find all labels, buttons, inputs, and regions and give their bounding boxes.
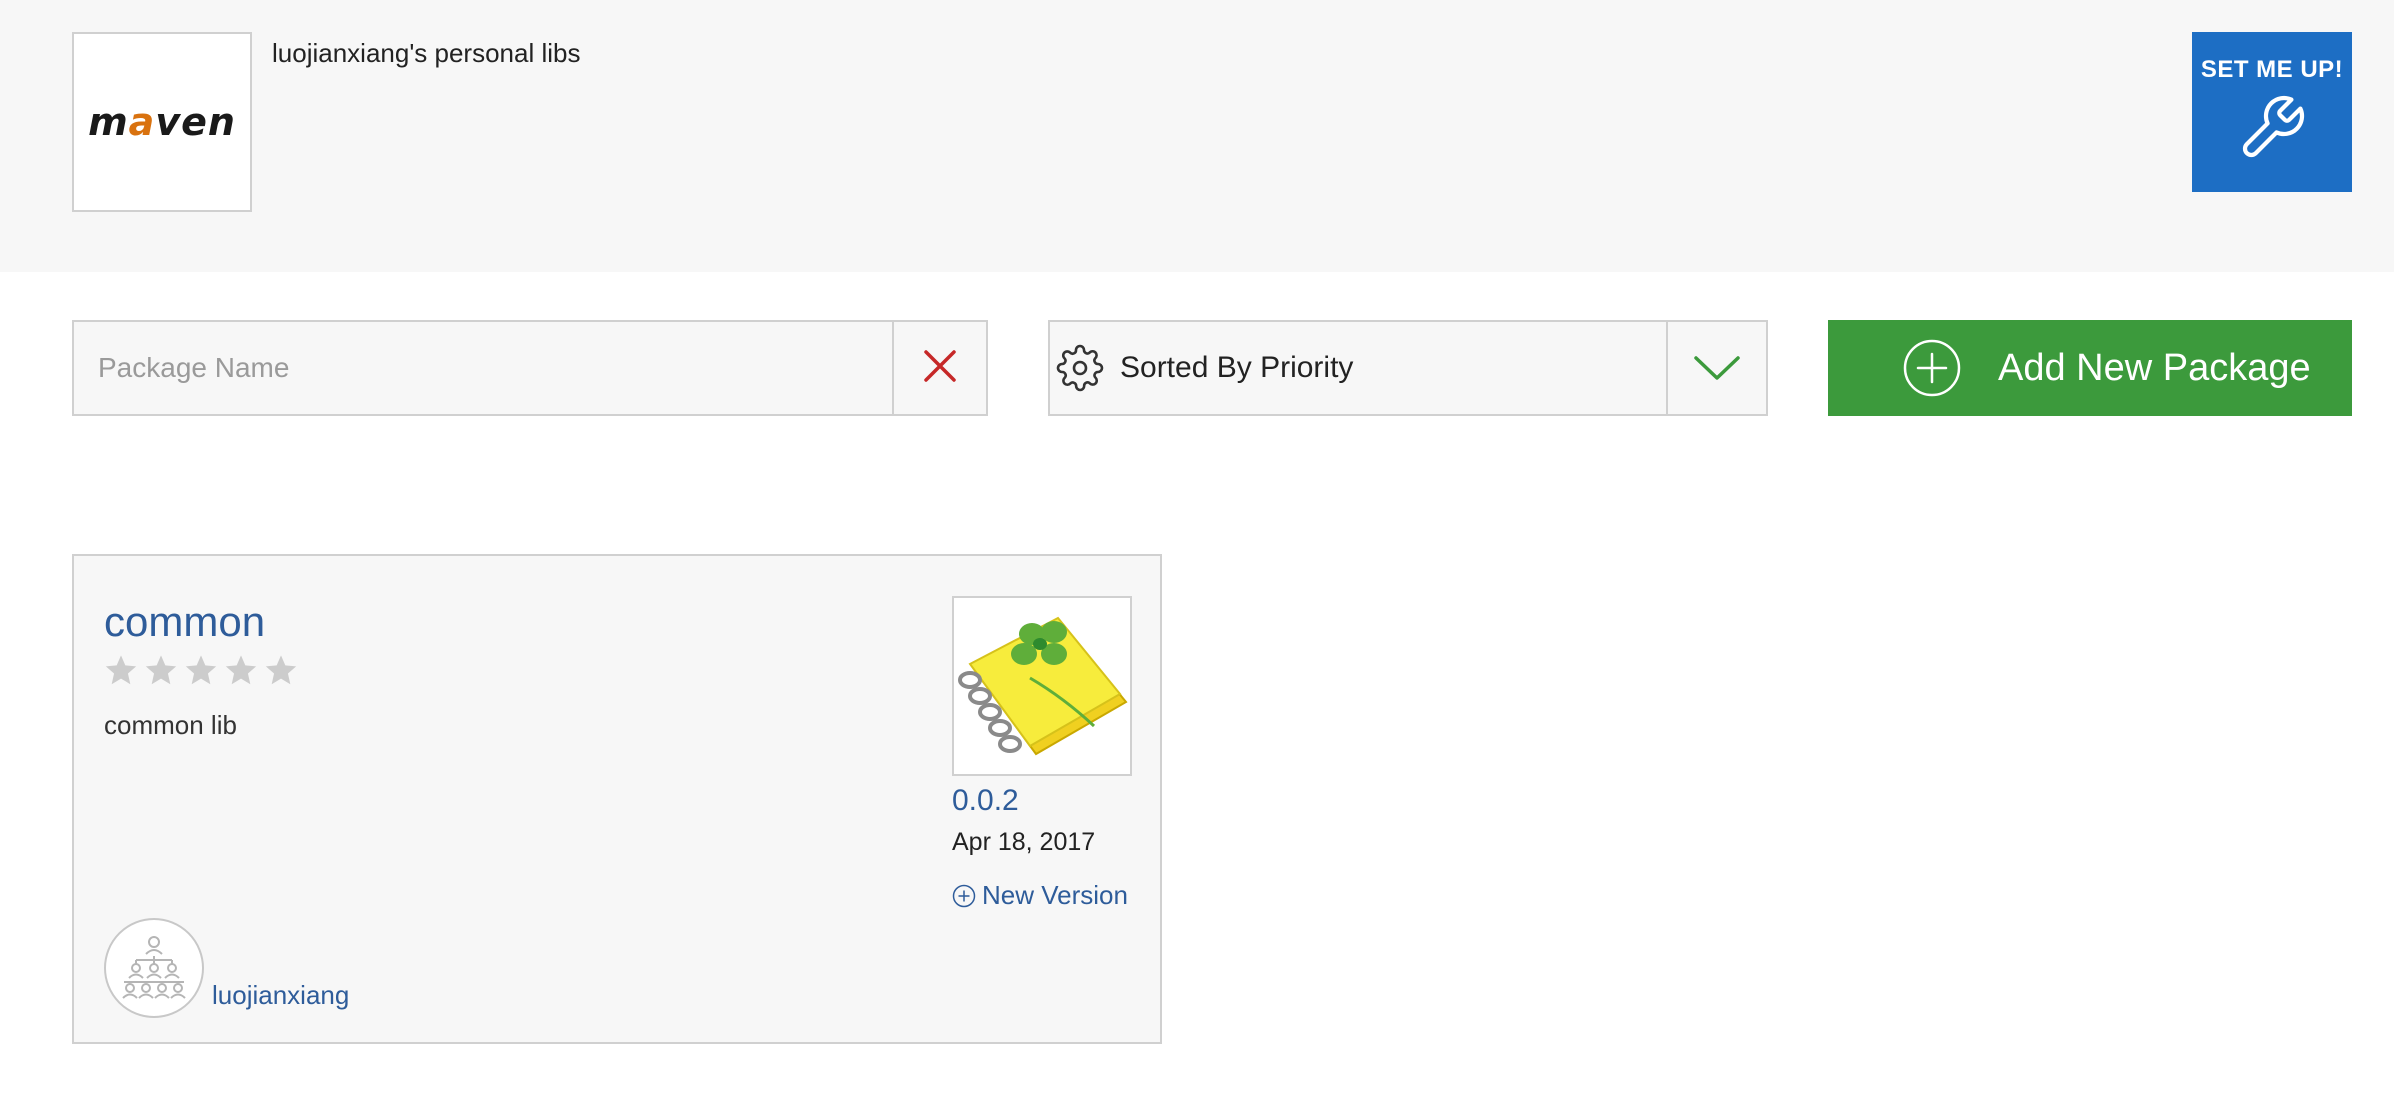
star-icon[interactable] xyxy=(224,654,258,686)
gear-icon xyxy=(1056,344,1104,392)
set-me-up-label: SET ME UP! xyxy=(2200,56,2344,83)
star-icon[interactable] xyxy=(264,654,298,686)
owner-avatar[interactable] xyxy=(104,918,204,1018)
package-icon xyxy=(952,596,1132,776)
package-description: common lib xyxy=(104,710,237,740)
chevron-down-icon[interactable] xyxy=(1666,322,1766,414)
notebook-clover-icon xyxy=(958,616,1128,756)
sort-label: Sorted By Priority xyxy=(1120,351,1354,384)
star-icon[interactable] xyxy=(104,654,138,686)
wrench-icon xyxy=(2236,92,2308,169)
clear-search-button[interactable] xyxy=(892,322,986,414)
package-name-input[interactable] xyxy=(74,322,892,414)
close-icon xyxy=(923,349,957,388)
sort-dropdown[interactable]: Sorted By Priority xyxy=(1048,320,1768,416)
package-name-link[interactable]: common xyxy=(104,598,265,646)
package-search xyxy=(72,320,988,416)
package-version-link[interactable]: 0.0.2 xyxy=(952,784,1019,818)
organization-icon xyxy=(122,936,186,999)
star-icon[interactable] xyxy=(184,654,218,686)
page-header: maven luojianxiang's personal libs SET M… xyxy=(0,0,2394,272)
toolbar: Sorted By Priority Add New Package xyxy=(0,320,2394,416)
rating-stars[interactable] xyxy=(104,654,298,686)
package-card: common common lib 0.0.2 Apr 18, 2017 New… xyxy=(72,554,1162,1044)
set-me-up-button[interactable]: SET ME UP! xyxy=(2192,32,2352,192)
plus-circle-icon xyxy=(1902,338,1962,398)
add-new-package-label: Add New Package xyxy=(1998,346,2311,389)
repository-logo: maven xyxy=(72,32,252,212)
star-icon[interactable] xyxy=(144,654,178,686)
package-date: Apr 18, 2017 xyxy=(952,828,1096,856)
owner-name-link[interactable]: luojianxiang xyxy=(212,980,349,1011)
new-version-label: New Version xyxy=(982,880,1128,910)
maven-logo: maven xyxy=(88,100,236,144)
plus-circle-icon xyxy=(952,884,976,908)
repository-title: luojianxiang's personal libs xyxy=(272,38,581,68)
add-new-package-button[interactable]: Add New Package xyxy=(1828,320,2352,416)
new-version-link[interactable]: New Version xyxy=(952,880,1128,911)
